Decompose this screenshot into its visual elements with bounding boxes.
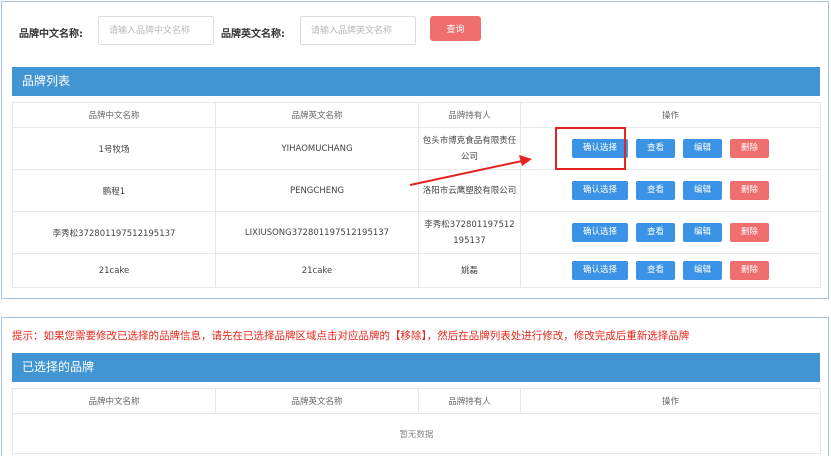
confirm-select-button[interactable]: 确认选择: [572, 261, 628, 280]
column-header-owner: 品牌持有人: [418, 102, 521, 128]
delete-button[interactable]: 删除: [730, 181, 769, 200]
owner-text: 洛阳市云鹰塑胶有限公司: [422, 185, 517, 196]
selected-brands-table: 品牌中文名称 品牌英文名称 品牌持有人 操作 暂无数据: [12, 388, 821, 454]
edit-button[interactable]: 编辑: [683, 261, 722, 280]
confirm-select-button[interactable]: 确认选择: [572, 223, 628, 242]
cell-actions: 确认选择 查看 编辑 删除: [520, 211, 821, 254]
brand-list-panel: 品牌中文名称: 品牌英文名称: 查询 品牌列表 品牌中文名称 品牌英文名称 品牌…: [1, 1, 829, 299]
view-button[interactable]: 查看: [636, 223, 675, 242]
selected-brands-title: 已选择的品牌: [12, 353, 820, 382]
cell-actions: 确认选择 查看 编辑 删除: [520, 127, 821, 170]
edit-button[interactable]: 编辑: [683, 223, 722, 242]
cell-cn-name: 李秀松372801197512195137: [12, 211, 216, 254]
view-button[interactable]: 查看: [636, 181, 675, 200]
delete-button[interactable]: 删除: [730, 223, 769, 242]
brand-list-table: 品牌中文名称 品牌英文名称 品牌持有人 操作 1号牧场 YIHAOMUCHANG…: [12, 102, 821, 288]
cn-name-input[interactable]: [98, 16, 214, 45]
cell-actions: 确认选择 查看 编辑 删除: [520, 169, 821, 212]
table-row: 李秀松372801197512195137 LIXIUSONG372801197…: [12, 211, 821, 254]
cell-en-name: PENGCHENG: [215, 169, 419, 212]
cell-cn-name: 鹏程1: [12, 169, 216, 212]
view-button[interactable]: 查看: [636, 261, 675, 280]
cell-owner: 洛阳市云鹰塑胶有限公司: [418, 169, 521, 212]
confirm-select-button[interactable]: 确认选择: [572, 139, 628, 158]
hint-text: 提示：如果您需要修改已选择的品牌信息，请先在已选择品牌区域点击对应品牌的【移除】…: [12, 330, 690, 342]
view-button[interactable]: 查看: [636, 139, 675, 158]
table-header-row: 品牌中文名称 品牌英文名称 品牌持有人 操作: [12, 388, 821, 414]
cell-owner: 姚磊: [418, 253, 521, 288]
cell-en-name: YIHAOMUCHANG: [215, 127, 419, 170]
table-header-row: 品牌中文名称 品牌英文名称 品牌持有人 操作: [12, 102, 821, 128]
delete-button[interactable]: 删除: [730, 139, 769, 158]
owner-text: 姚磊: [460, 265, 478, 276]
column-header-owner: 品牌持有人: [418, 388, 521, 414]
empty-row: 暂无数据: [12, 413, 821, 454]
table-row: 1号牧场 YIHAOMUCHANG 包头市博克食品有限责任公司 确认选择 查看 编辑…: [12, 127, 821, 170]
column-header-cn-name: 品牌中文名称: [12, 388, 216, 414]
column-header-actions: 操作: [520, 388, 821, 414]
column-header-en-name: 品牌英文名称: [215, 388, 419, 414]
column-header-actions: 操作: [520, 102, 821, 128]
empty-data-text: 暂无数据: [12, 413, 821, 454]
cell-cn-name: 21cake: [12, 253, 216, 288]
cell-en-name: 21cake: [215, 253, 419, 288]
owner-text: 包头市博克食品有限责任公司: [422, 135, 517, 162]
table-row: 鹏程1 PENGCHENG 洛阳市云鹰塑胶有限公司 确认选择 查看 编辑 删除: [12, 169, 821, 212]
column-header-cn-name: 品牌中文名称: [12, 102, 216, 128]
confirm-select-button[interactable]: 确认选择: [572, 181, 628, 200]
cell-cn-name: 1号牧场: [12, 127, 216, 170]
table-row: 21cake 21cake 姚磊 确认选择 查看 编辑 删除: [12, 253, 821, 288]
en-name-input[interactable]: [300, 16, 416, 45]
edit-button[interactable]: 编辑: [683, 139, 722, 158]
query-button[interactable]: 查询: [430, 16, 481, 41]
cell-en-name: LIXIUSONG372801197512195137: [215, 211, 419, 254]
en-name-label: 品牌英文名称:: [221, 29, 285, 40]
owner-text: 李秀松372801197512195137: [424, 219, 515, 246]
cn-name-label: 品牌中文名称:: [19, 29, 83, 40]
cell-owner: 李秀松372801197512195137: [418, 211, 521, 254]
cell-actions: 确认选择 查看 编辑 删除: [520, 253, 821, 288]
search-bar: 品牌中文名称: 品牌英文名称: 查询: [2, 16, 828, 46]
column-header-en-name: 品牌英文名称: [215, 102, 419, 128]
brand-list-title: 品牌列表: [12, 67, 820, 96]
cell-owner: 包头市博克食品有限责任公司: [418, 127, 521, 170]
edit-button[interactable]: 编辑: [683, 181, 722, 200]
selected-brands-panel: 提示：如果您需要修改已选择的品牌信息，请先在已选择品牌区域点击对应品牌的【移除】…: [1, 317, 829, 456]
delete-button[interactable]: 删除: [730, 261, 769, 280]
